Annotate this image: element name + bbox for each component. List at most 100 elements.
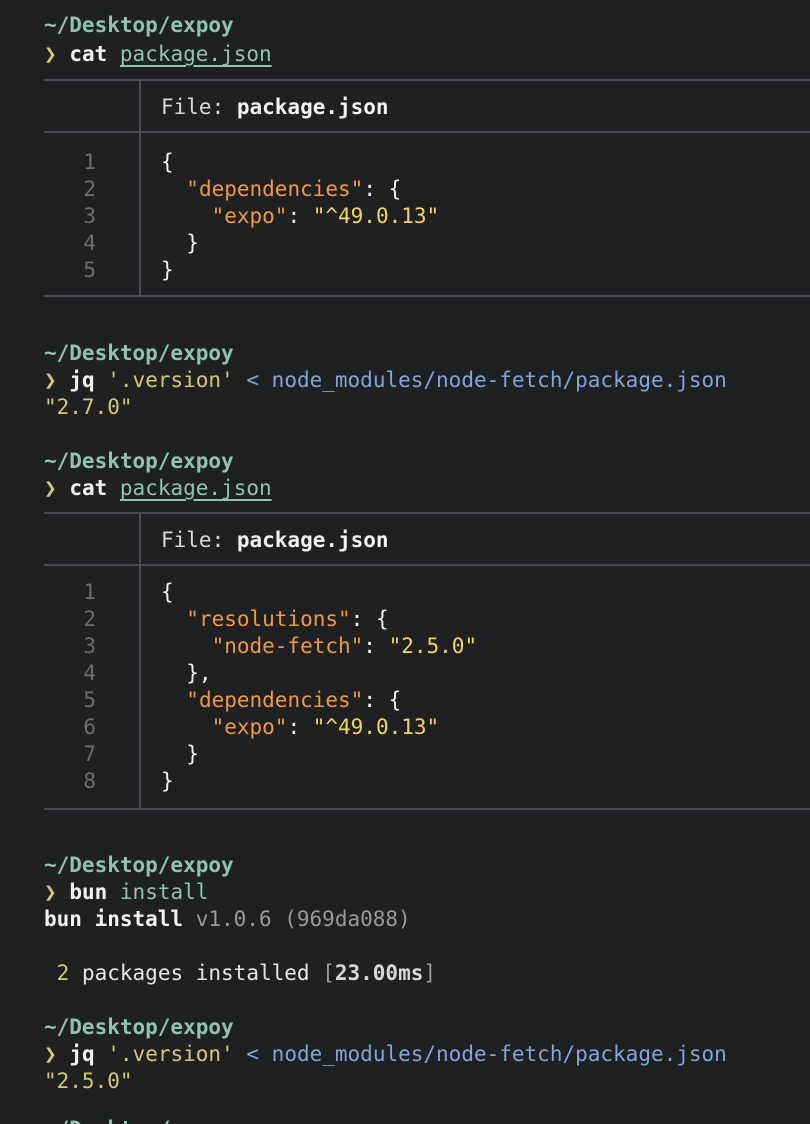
line-number: 1 <box>83 580 96 604</box>
command-output: "2.5.0" <box>44 1069 133 1093</box>
line-number: 8 <box>83 769 96 793</box>
line-number: 1 <box>83 150 96 174</box>
command-name: cat <box>69 42 108 66</box>
code-line: { <box>161 580 174 604</box>
file-header-label: File: <box>161 528 237 552</box>
input-path[interactable]: node_modules/node-fetch/package.json <box>272 1042 727 1066</box>
command-name: jq <box>69 368 95 392</box>
line-number: 6 <box>83 715 96 739</box>
command-argument: install <box>119 880 209 904</box>
bun-hash: (969da088) <box>284 907 411 931</box>
gutter-divider <box>139 131 141 296</box>
command-line: ❯ jq '.version' < node_modules/node-fetc… <box>44 1041 727 1068</box>
json-key: "node-fetch" <box>211 634 364 658</box>
file-viewer-2: File: package.json 1 { 2 "resolutions": … <box>44 512 810 812</box>
cwd-line-partial: ~/Desktop/expoy <box>44 1116 234 1124</box>
cwd-line: ~/Desktop/expoy <box>44 449 234 473</box>
install-time: 23.00ms <box>334 961 424 985</box>
cwd-line: ~/Desktop/expoy <box>44 853 234 877</box>
line-number: 5 <box>83 258 96 282</box>
install-message: packages installed <box>81 961 310 985</box>
time-bracket-open: [ <box>322 961 335 985</box>
json-key: "expo" <box>211 204 288 228</box>
code-line: "node-fetch": "2.5.0" <box>161 633 478 660</box>
code-line: "expo": "^49.0.13" <box>161 203 440 230</box>
prompt-symbol: ❯ <box>44 880 57 904</box>
file-header: File: package.json <box>161 527 389 554</box>
time-bracket-close: ] <box>423 961 437 985</box>
prompt-symbol: ❯ <box>44 1042 57 1066</box>
gutter-divider <box>139 79 141 131</box>
terminal-window[interactable]: ~/Desktop/expoy ❯ cat package.json File:… <box>0 0 810 1124</box>
command-name: cat <box>69 476 108 500</box>
code-line: } <box>161 258 174 282</box>
code-line: } <box>161 769 174 793</box>
divider <box>44 79 810 81</box>
code-line: } <box>161 742 199 766</box>
redirect-operator: < <box>246 1042 260 1066</box>
divider <box>44 564 810 566</box>
gutter-divider <box>139 564 141 808</box>
line-number: 3 <box>83 204 96 228</box>
code-line: "dependencies": { <box>161 687 401 714</box>
line-number: 5 <box>83 688 96 712</box>
code-line: { <box>161 150 174 174</box>
filter-argument: '.version' <box>107 1042 234 1066</box>
file-header-name: package.json <box>236 95 389 119</box>
bun-title: bun install <box>44 907 184 931</box>
redirect-operator: < <box>246 368 260 392</box>
line-number: 2 <box>83 177 96 201</box>
cwd-line: ~/Desktop/expoy <box>44 341 234 365</box>
file-header-label: File: <box>161 95 237 119</box>
json-key: "expo" <box>211 715 288 739</box>
prompt-symbol: ❯ <box>44 368 57 392</box>
code-line: } <box>161 231 199 255</box>
file-viewer-1: File: package.json 1 { 2 "dependencies":… <box>44 79 810 299</box>
bun-header: bun install v1.0.6 (969da088) <box>44 906 411 933</box>
gutter-divider <box>139 512 141 564</box>
code-line: "dependencies": { <box>161 176 401 203</box>
line-number: 4 <box>83 661 96 685</box>
line-number: 4 <box>83 231 96 255</box>
command-line: ❯ jq '.version' < node_modules/node-fetc… <box>44 367 727 394</box>
file-argument[interactable]: package.json <box>120 476 272 500</box>
cwd-line: ~/Desktop/expoy <box>44 13 234 37</box>
file-header-name: package.json <box>236 528 389 552</box>
file-argument[interactable]: package.json <box>120 42 272 66</box>
divider <box>44 295 810 297</box>
json-key: "resolutions" <box>186 607 351 631</box>
line-number: 2 <box>83 607 96 631</box>
input-path[interactable]: node_modules/node-fetch/package.json <box>272 368 727 392</box>
command-line: ❯ cat package.json <box>44 41 272 68</box>
command-line: ❯ bun install <box>44 879 208 906</box>
code-line: "resolutions": { <box>161 606 388 633</box>
json-key: "dependencies" <box>186 177 364 201</box>
command-line: ❯ cat package.json <box>44 475 272 502</box>
line-number: 3 <box>83 634 96 658</box>
code-line: "expo": "^49.0.13" <box>161 714 440 741</box>
cwd-line: ~/Desktop/expoy <box>44 1015 234 1039</box>
json-value: "2.5.0" <box>388 634 478 658</box>
json-punct: : { <box>363 688 402 712</box>
bun-summary: 2 packages installed [23.00ms] <box>44 960 436 987</box>
command-name: bun <box>69 880 108 904</box>
json-punct: : <box>287 715 313 739</box>
code-line: }, <box>161 661 212 685</box>
json-punct: : <box>287 204 313 228</box>
prompt-symbol: ❯ <box>44 42 57 66</box>
file-header: File: package.json <box>161 94 389 121</box>
bun-version: v1.0.6 <box>195 907 272 931</box>
divider <box>44 131 810 133</box>
json-punct: : { <box>363 177 402 201</box>
package-count: 2 <box>56 961 70 985</box>
json-value: "^49.0.13" <box>312 715 440 739</box>
command-name: jq <box>69 1042 95 1066</box>
command-output: "2.7.0" <box>44 395 133 419</box>
prompt-symbol: ❯ <box>44 476 57 500</box>
json-value: "^49.0.13" <box>312 204 440 228</box>
filter-argument: '.version' <box>107 368 234 392</box>
json-punct: : <box>363 634 389 658</box>
json-key: "dependencies" <box>186 688 364 712</box>
line-number: 7 <box>83 742 96 766</box>
divider <box>44 808 810 810</box>
